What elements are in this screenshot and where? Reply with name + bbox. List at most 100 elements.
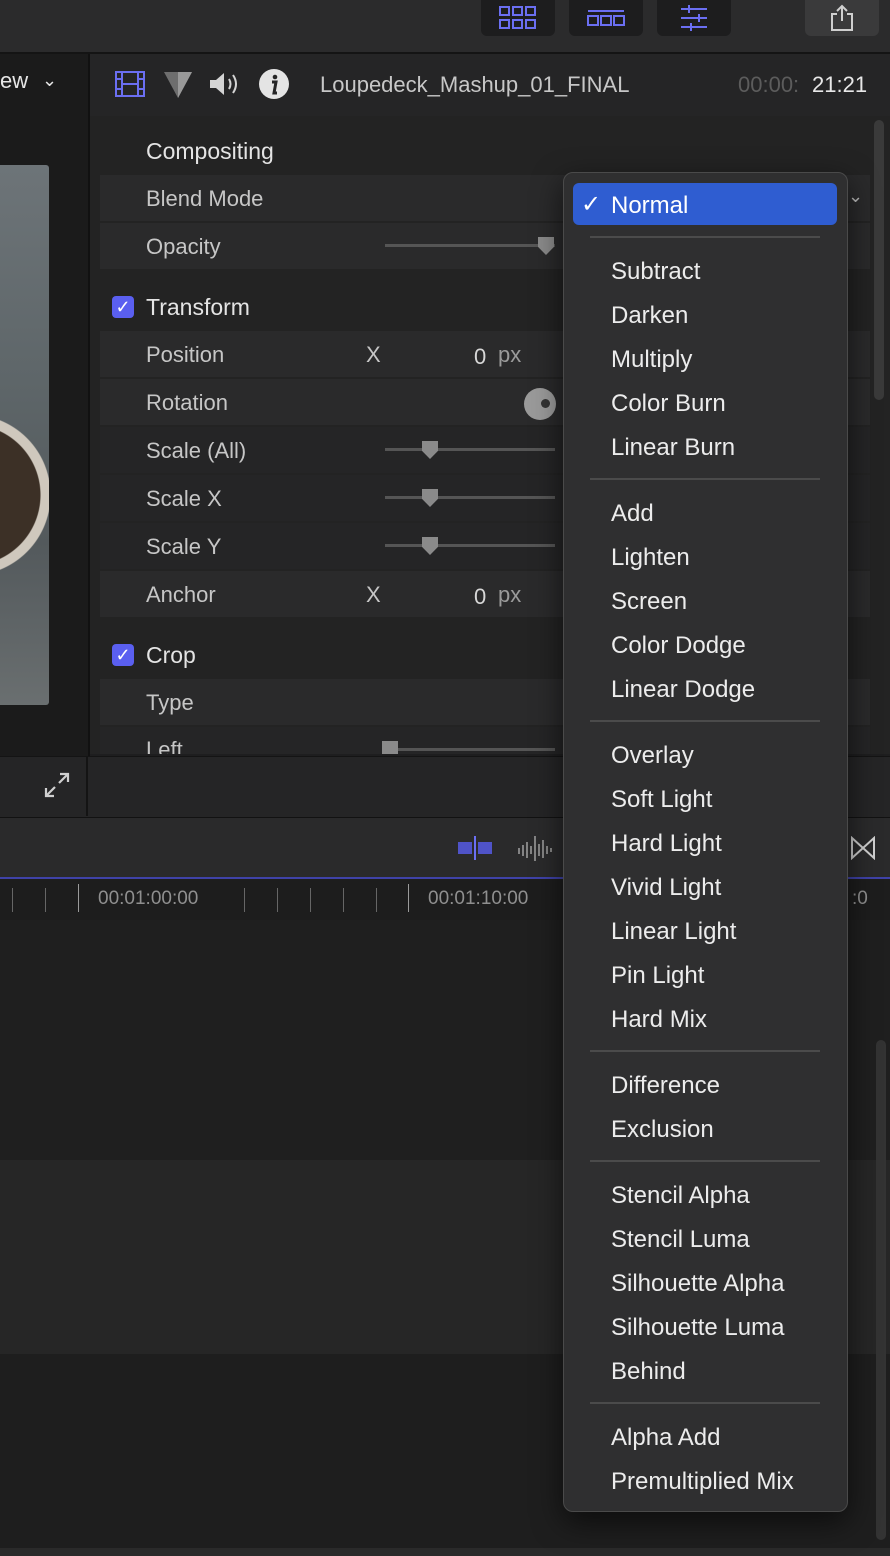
timecode: 21:21 bbox=[812, 72, 868, 97]
rotation-dial-indicator bbox=[541, 399, 550, 408]
blend-mode-label: Blend Mode bbox=[146, 186, 264, 211]
crop-left-slider-knob[interactable] bbox=[382, 741, 398, 754]
menu-item-pin-light[interactable]: Pin Light bbox=[611, 962, 704, 990]
transform-checkbox[interactable]: ✓ bbox=[112, 296, 134, 318]
clip-name: Loupedeck_Mashup_01_FINAL bbox=[320, 72, 630, 97]
ruler-tick bbox=[408, 884, 409, 912]
viewer-image bbox=[0, 165, 49, 705]
menu-item-linear-light[interactable]: Linear Light bbox=[611, 918, 736, 946]
divider bbox=[86, 756, 88, 816]
ruler-tick bbox=[376, 888, 377, 912]
menu-item-linear-dodge[interactable]: Linear Dodge bbox=[611, 676, 755, 704]
rotation-label: Rotation bbox=[146, 390, 228, 415]
inspector-toggle-button[interactable] bbox=[657, 0, 731, 36]
crop-checkbox[interactable]: ✓ bbox=[112, 644, 134, 666]
chevron-down-icon[interactable]: ⌄ bbox=[42, 70, 57, 91]
menu-separator bbox=[590, 236, 820, 238]
transitions-browser-icon[interactable] bbox=[850, 836, 876, 860]
menu-item-alpha-add[interactable]: Alpha Add bbox=[611, 1424, 720, 1452]
checkmark-icon: ✓ bbox=[581, 191, 602, 218]
menu-item-exclusion[interactable]: Exclusion bbox=[611, 1116, 714, 1144]
inspector-scrollbar[interactable] bbox=[874, 120, 884, 400]
rotation-dial[interactable] bbox=[524, 388, 556, 420]
menu-item-normal[interactable]: Normal bbox=[611, 192, 688, 220]
sliders-icon bbox=[681, 5, 707, 31]
ruler-tick bbox=[78, 884, 79, 912]
top-toolbar bbox=[0, 0, 890, 54]
menu-item-behind[interactable]: Behind bbox=[611, 1358, 686, 1386]
chevron-down-icon[interactable]: ⌄ bbox=[848, 186, 863, 207]
transform-heading: Transform bbox=[146, 294, 250, 320]
audio-skimming-icon[interactable] bbox=[516, 834, 554, 862]
ruler-timecode: 00:01:00:00 bbox=[98, 888, 199, 909]
menu-item-lighten[interactable]: Lighten bbox=[611, 544, 690, 572]
menu-item-silhouette-luma[interactable]: Silhouette Luma bbox=[611, 1314, 784, 1342]
crop-heading: Crop bbox=[146, 642, 196, 668]
color-inspector-icon[interactable] bbox=[162, 70, 194, 100]
position-x-unit: px bbox=[498, 342, 522, 367]
ruler-timecode: :0 bbox=[852, 888, 868, 909]
anchor-x-value[interactable]: 0 bbox=[474, 584, 486, 610]
menu-item-subtract[interactable]: Subtract bbox=[611, 258, 700, 286]
anchor-x-unit: px bbox=[498, 582, 522, 607]
menu-item-silhouette-alpha[interactable]: Silhouette Alpha bbox=[611, 1270, 784, 1298]
ruler-tick bbox=[343, 888, 344, 912]
menu-item-color-burn[interactable]: Color Burn bbox=[611, 390, 726, 418]
scale-x-slider[interactable] bbox=[385, 496, 555, 499]
info-icon[interactable] bbox=[258, 68, 290, 100]
browser-grid-button[interactable] bbox=[481, 0, 555, 36]
menu-item-color-dodge[interactable]: Color Dodge bbox=[611, 632, 746, 660]
anchor-x-label: X bbox=[366, 582, 381, 607]
opacity-label: Opacity bbox=[146, 234, 221, 259]
timecode-hours: 00:00: bbox=[738, 72, 800, 97]
menu-item-stencil-luma[interactable]: Stencil Luma bbox=[611, 1226, 750, 1254]
ruler-tick bbox=[45, 888, 46, 912]
menu-separator bbox=[590, 478, 820, 480]
filmstrip-icon bbox=[587, 10, 625, 26]
position-x-value[interactable]: 0 bbox=[474, 344, 486, 370]
menu-item-overlay[interactable]: Overlay bbox=[611, 742, 694, 770]
compositing-heading: Compositing bbox=[146, 138, 274, 164]
fullscreen-icon[interactable] bbox=[42, 770, 72, 800]
menu-item-soft-light[interactable]: Soft Light bbox=[611, 786, 712, 814]
menu-item-premultiplied-mix[interactable]: Premultiplied Mix bbox=[611, 1468, 794, 1496]
menu-item-linear-burn[interactable]: Linear Burn bbox=[611, 434, 735, 462]
scale-y-slider[interactable] bbox=[385, 544, 555, 547]
share-button[interactable] bbox=[805, 0, 879, 36]
crop-left-label: Left bbox=[146, 737, 183, 754]
snapping-icon[interactable] bbox=[456, 836, 494, 860]
video-inspector-icon[interactable] bbox=[114, 70, 146, 98]
menu-separator bbox=[590, 720, 820, 722]
scale-x-label: Scale X bbox=[146, 486, 222, 511]
menu-item-vivid-light[interactable]: Vivid Light bbox=[611, 874, 721, 902]
menu-item-add[interactable]: Add bbox=[611, 500, 654, 528]
scale-all-slider[interactable] bbox=[385, 448, 555, 451]
timeline-index-button[interactable] bbox=[569, 0, 643, 36]
position-x-label: X bbox=[366, 342, 381, 367]
menu-item-stencil-alpha[interactable]: Stencil Alpha bbox=[611, 1182, 750, 1210]
timeline-bottom-bar bbox=[0, 1548, 890, 1556]
ruler-timecode: 00:01:10:00 bbox=[428, 888, 529, 909]
audio-inspector-icon[interactable] bbox=[208, 70, 242, 98]
crop-left-slider[interactable] bbox=[385, 748, 555, 751]
anchor-label: Anchor bbox=[146, 582, 216, 607]
ruler-tick bbox=[244, 888, 245, 912]
menu-item-multiply[interactable]: Multiply bbox=[611, 346, 692, 374]
menu-separator bbox=[590, 1402, 820, 1404]
menu-item-difference[interactable]: Difference bbox=[611, 1072, 720, 1100]
grid-icon bbox=[499, 6, 536, 29]
ruler-tick bbox=[12, 888, 13, 912]
menu-item-hard-mix[interactable]: Hard Mix bbox=[611, 1006, 707, 1034]
menu-item-hard-light[interactable]: Hard Light bbox=[611, 830, 722, 858]
position-label: Position bbox=[146, 342, 225, 367]
opacity-slider[interactable] bbox=[385, 244, 555, 247]
timeline-scrollbar[interactable] bbox=[876, 1040, 886, 1540]
menu-separator bbox=[590, 1160, 820, 1162]
menu-item-screen[interactable]: Screen bbox=[611, 588, 687, 616]
menu-separator bbox=[590, 1050, 820, 1052]
viewer-options-menu[interactable]: ew bbox=[0, 68, 28, 94]
menu-item-darken[interactable]: Darken bbox=[611, 302, 688, 330]
ruler-tick bbox=[310, 888, 311, 912]
scale-y-label: Scale Y bbox=[146, 534, 222, 559]
share-icon bbox=[831, 4, 853, 31]
